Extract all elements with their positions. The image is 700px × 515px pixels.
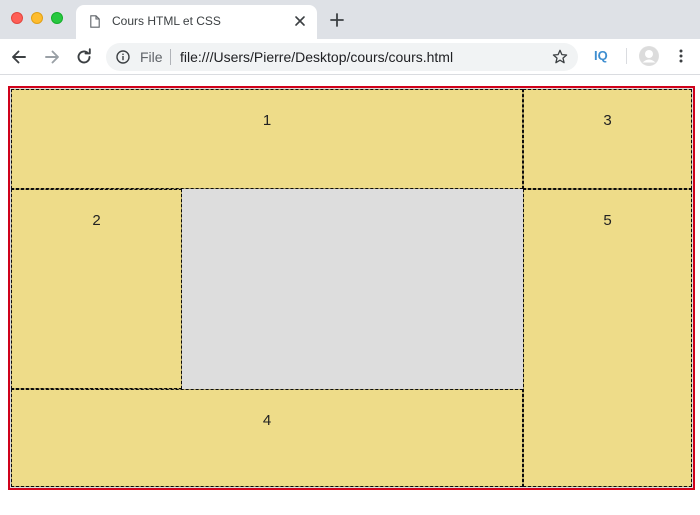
forward-arrow-icon[interactable]	[43, 48, 61, 66]
reload-icon[interactable]	[75, 48, 93, 66]
star-icon[interactable]	[552, 49, 568, 65]
document-icon	[90, 15, 100, 28]
grid-item-label: 1	[262, 112, 272, 129]
scheme-label: File	[140, 49, 163, 65]
grid-item-label: 4	[262, 412, 272, 429]
profile-avatar[interactable]	[639, 46, 659, 66]
grid-item-2: 2	[11, 189, 182, 389]
extension-iq-icon[interactable]: IQ	[594, 48, 608, 63]
toolbar-divider	[626, 48, 627, 64]
grid-item-1: 1	[11, 89, 523, 189]
grid-container: 1 3 2 5 4	[8, 86, 695, 490]
grid-item-label: 5	[603, 212, 612, 229]
window-close-button[interactable]	[11, 12, 23, 24]
back-arrow-icon[interactable]	[10, 48, 28, 66]
address-bar[interactable]: File file:///Users/Pierre/Desktop/cours/…	[106, 43, 578, 71]
grid-item-label: 2	[92, 212, 101, 229]
page-viewport: 1 3 2 5 4	[0, 75, 700, 515]
omnibox-divider	[170, 49, 171, 65]
grid-item-3: 3	[523, 89, 692, 189]
window-zoom-button[interactable]	[51, 12, 63, 24]
kebab-menu-icon[interactable]	[676, 49, 686, 63]
window-minimize-button[interactable]	[31, 12, 43, 24]
grid-inner: 1 3 2 5 4	[11, 89, 692, 487]
close-icon[interactable]	[293, 14, 307, 28]
grid-item-5: 5	[523, 189, 692, 487]
url-text[interactable]: file:///Users/Pierre/Desktop/cours/cours…	[180, 49, 453, 65]
grid-item-label: 3	[603, 112, 612, 129]
grid-item-4: 4	[11, 389, 523, 487]
person-icon	[639, 46, 659, 66]
tab-strip: Cours HTML et CSS	[0, 0, 700, 39]
tab-title: Cours HTML et CSS	[112, 14, 221, 28]
info-icon[interactable]	[116, 50, 130, 64]
plus-icon[interactable]	[330, 13, 344, 27]
browser-tab[interactable]: Cours HTML et CSS	[76, 5, 317, 39]
